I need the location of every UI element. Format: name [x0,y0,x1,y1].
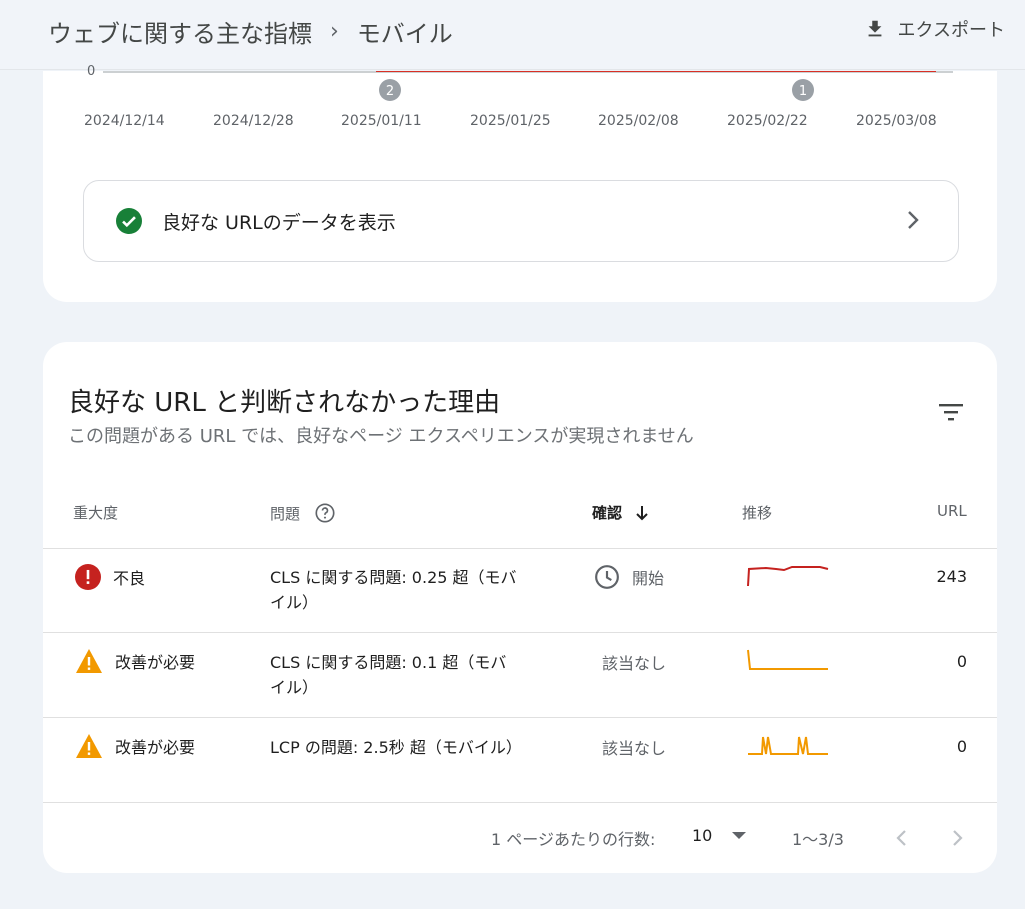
divider [43,548,997,549]
check-circle-icon [116,208,142,234]
chart-card: 0 2 1 2024/12/14 2024/12/28 2025/01/11 2… [43,64,997,302]
chevron-right-icon: › [330,19,339,44]
help-icon[interactable] [314,502,336,524]
issue-cell: LCP の問題: 2.5秒 超（モバイル） [270,738,522,757]
error-icon [75,564,101,590]
validation-cell: 開始 [594,564,664,590]
breadcrumb-current: モバイル [356,20,453,48]
rows-per-page-value: 10 [692,826,713,845]
pagination-range: 1〜3/3 [792,830,844,849]
top-bar: ウェブに関する主な指標 › モバイル エクスポート [0,0,1025,70]
issue-cell: CLS に関する問題: 0.25 超（モバイル） [270,568,517,612]
chart-marker-label: 2 [386,84,394,99]
url-count: 0 [956,652,967,671]
column-header-severity[interactable]: 重大度 [73,502,118,523]
issues-card-subtitle: この問題がある URL では、良好なページ エクスペリエンスが実現されません [68,426,694,447]
download-icon [868,20,881,37]
severity-label: 不良 [113,569,146,588]
trend-sparkline [748,736,828,755]
severity-cell: 改善が必要 [75,733,195,759]
chart-marker-label: 1 [799,84,807,99]
chart-marker-1[interactable]: 2 [379,79,401,101]
view-good-urls-label: 良好な URLのデータを表示 [162,211,396,234]
chevron-right-icon [908,211,919,229]
severity-cell: 不良 [75,564,145,590]
divider [43,802,997,803]
next-page-icon[interactable] [950,828,964,848]
column-header-urls[interactable]: URL [937,502,967,520]
issue-cell: CLS に関する問題: 0.1 超（モバイル） [270,653,507,697]
x-axis-tick: 2024/12/28 [213,113,294,129]
x-axis-tick: 2025/01/11 [341,113,422,129]
arrow-down-icon [636,505,648,520]
rows-per-page-select[interactable]: 10 [692,826,747,845]
breadcrumb-root-link[interactable]: ウェブに関する主な指標 [48,14,312,49]
column-header-label: 確認 [592,504,623,522]
issues-card-title: 良好な URL と判断されなかった理由 [68,388,501,418]
breadcrumb: ウェブに関する主な指標 › モバイル [48,14,453,49]
validation-cell: 該当なし [602,650,666,674]
validation-label: 該当なし [602,654,667,673]
clock-icon [595,565,619,589]
x-axis-tick: 2025/01/25 [470,113,551,129]
chart-marker-2[interactable]: 1 [792,79,814,101]
chart-baseline: 2 1 [103,71,953,101]
column-header-label: 推移 [742,504,773,522]
rows-per-page-label: 1 ページあたりの行数: [491,830,656,849]
previous-page-icon[interactable] [895,828,909,848]
validation-label: 開始 [632,569,665,588]
export-label: エクスポート [897,20,1005,41]
trend-sparkline [747,566,829,587]
column-header-label: 問題 [270,504,301,523]
column-header-label: 重大度 [73,504,119,522]
severity-cell: 改善が必要 [75,648,195,674]
url-count: 0 [956,737,967,756]
chart-area: 0 2 1 2024/12/14 2024/12/28 2025/01/11 2… [43,64,997,131]
column-header-issue[interactable]: 問題 [270,502,336,524]
warning-icon [76,734,102,758]
x-axis-tick: 2025/02/22 [727,113,808,129]
column-header-trend: 推移 [742,502,772,523]
trend-sparkline [747,649,828,670]
export-button[interactable]: エクスポート [864,16,1005,42]
issues-card: 良好な URL と判断されなかった理由 この問題がある URL では、良好なペー… [43,342,997,873]
url-count: 243 [936,567,967,586]
divider [43,632,997,633]
filter-icon[interactable] [936,400,966,424]
severity-label: 改善が必要 [115,653,196,672]
validation-cell: 該当なし [602,735,666,759]
x-axis-tick: 2025/02/08 [598,113,679,129]
dropdown-arrow-icon [732,831,747,839]
x-axis-tick: 2024/12/14 [84,113,165,129]
validation-label: 該当なし [602,739,667,758]
divider [43,717,997,718]
column-header-label: URL [937,502,967,520]
view-good-urls-row[interactable]: 良好な URLのデータを表示 [83,180,959,262]
severity-label: 改善が必要 [115,738,196,757]
column-header-validation[interactable]: 確認 [592,502,650,523]
x-axis-tick: 2025/03/08 [856,113,937,129]
warning-icon [76,649,102,673]
